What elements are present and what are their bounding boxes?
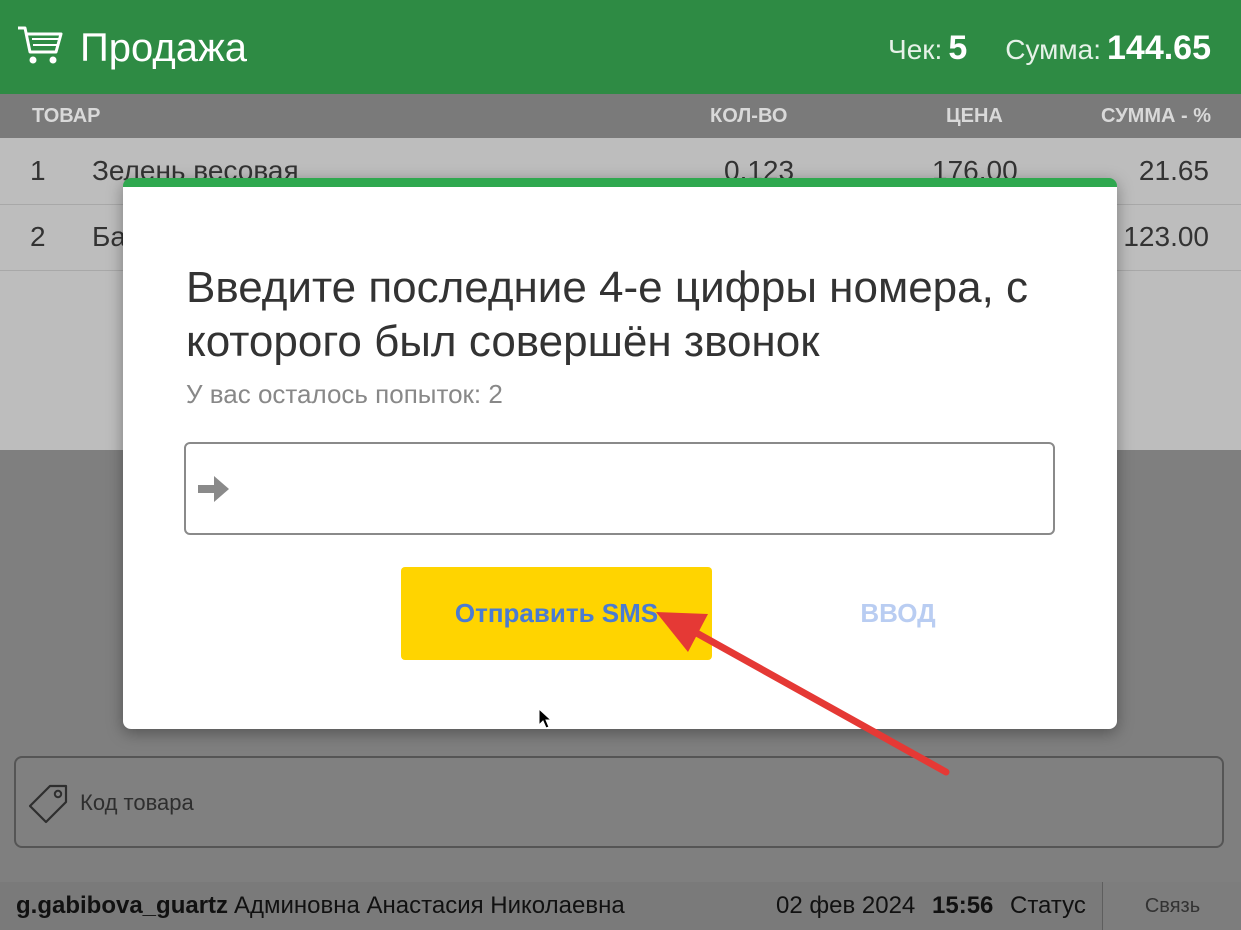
connection-button[interactable]: Связь	[1102, 882, 1241, 930]
arrow-right-icon	[198, 476, 229, 502]
status-time: 15:56	[932, 892, 994, 919]
row-sum: 21.65	[1138, 155, 1209, 186]
status-date: 02 фев 2024	[776, 892, 916, 919]
enter-button[interactable]: ВВОД	[813, 567, 983, 660]
column-header-sum: СУММА - %	[1101, 105, 1211, 127]
check-summary: Чек: 5 Сумма: 144.65	[888, 26, 1211, 72]
status-label[interactable]: Статус	[1010, 892, 1086, 920]
user-full-name: Админовна Анастасия Николаевна	[234, 892, 625, 919]
digits-input[interactable]	[246, 454, 1040, 526]
pos-app: Продажа Чек: 5 Сумма: 144.65 ТОВАР КОЛ-В…	[0, 0, 1241, 930]
table-header: ТОВАР КОЛ-ВО ЦЕНА СУММА - %	[0, 94, 1241, 138]
row-number: 1	[30, 155, 46, 186]
status-bar: g.gabibova_guartz Админовна Анастасия Ни…	[0, 882, 1241, 930]
mouse-cursor-icon	[538, 708, 553, 729]
check-label: Чек:	[888, 34, 943, 65]
column-header-product: ТОВАР	[32, 105, 101, 127]
product-code-field[interactable]: Код товара	[14, 756, 1224, 848]
page-title: Продажа	[80, 26, 247, 70]
column-header-price: ЦЕНА	[946, 105, 1003, 127]
attempts-remaining: У вас осталось попыток: 2	[186, 379, 503, 409]
dialog-heading: Введите последние 4-е цифры номера, с ко…	[186, 263, 1029, 366]
row-sum: 123.00	[1123, 221, 1209, 252]
product-code-placeholder: Код товара	[80, 790, 194, 815]
user-login: g.gabibova_guartz	[16, 892, 229, 919]
row-number: 2	[30, 221, 46, 252]
check-number: 5	[948, 29, 968, 67]
header-bar: Продажа Чек: 5 Сумма: 144.65	[0, 0, 1241, 94]
sum-total: 144.65	[1107, 29, 1211, 67]
digits-field[interactable]	[184, 442, 1055, 535]
cart-icon	[18, 26, 63, 64]
row-name: Ба	[92, 221, 126, 252]
sum-label: Сумма:	[1005, 34, 1101, 65]
column-header-qty: КОЛ-ВО	[710, 105, 788, 127]
send-sms-button[interactable]: Отправить SMS	[401, 567, 712, 660]
phone-verification-dialog: Введите последние 4-е цифры номера, с ко…	[123, 178, 1117, 729]
tag-icon	[28, 784, 68, 824]
